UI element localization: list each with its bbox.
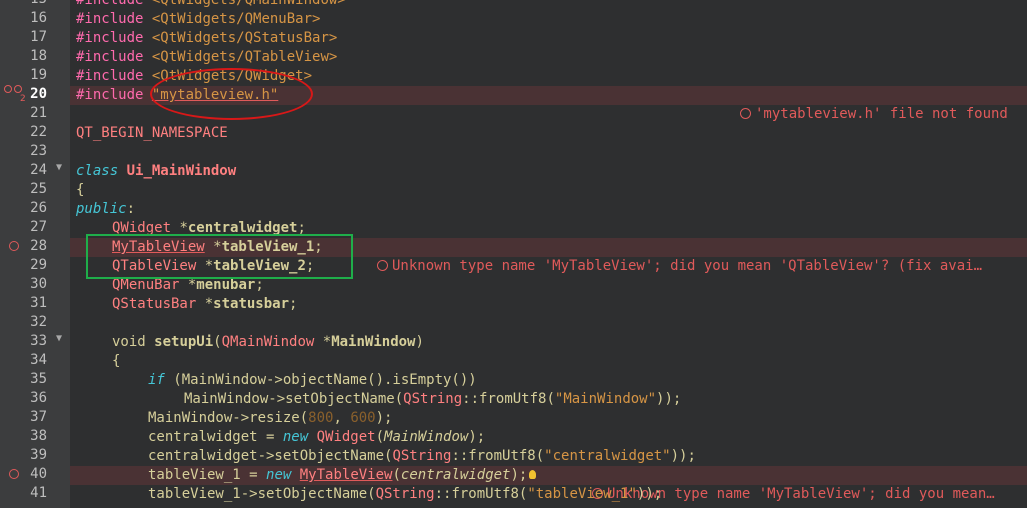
type-name: QMainWindow <box>221 334 315 350</box>
string-literal: "MainWindow" <box>554 391 657 407</box>
code-line: #include <QtWidgets/QMainWindow> <box>70 0 1027 10</box>
line-number: 38 <box>30 428 47 444</box>
include-path: <QtWidgets/QMenuBar> <box>151 11 321 27</box>
line-number: 18 <box>30 48 47 64</box>
code-line: #include <QtWidgets/QMenuBar> <box>70 10 1027 29</box>
code-line: tableView_1->setObjectName(QString::from… <box>148 486 663 502</box>
include-path: <QtWidgets/QMainWindow> <box>151 0 346 8</box>
keyword: new <box>266 467 292 483</box>
line-number: 28 <box>30 238 47 254</box>
include-path: <QtWidgets/QStatusBar> <box>151 30 338 46</box>
parameter-name: MainWindow <box>331 334 416 350</box>
line-number: 15 <box>0 0 47 7</box>
type-name: QString <box>403 391 463 407</box>
type-name: QMenuBar <box>112 277 180 293</box>
include-path: <QtWidgets/QTableView> <box>151 49 338 65</box>
fold-toggle-icon[interactable]: ▼ <box>54 333 64 344</box>
preprocessor-directive: #include <box>76 49 144 65</box>
function-name: setupUi <box>154 334 214 350</box>
line-number: 40 <box>30 466 47 482</box>
preprocessor-directive: #include <box>76 0 144 8</box>
code-lines: #include <QtWidgets/QMainWindow> #includ… <box>70 0 1027 508</box>
error-marker-icon[interactable] <box>4 85 12 93</box>
return-type: void <box>112 334 146 350</box>
code-line: { <box>70 352 1027 371</box>
type-name-error: MyTableView <box>299 467 393 483</box>
line-number: 25 <box>30 181 47 197</box>
preprocessor-directive: #include <box>76 87 144 103</box>
type-name: QString <box>375 486 435 502</box>
class-name: Ui_MainWindow <box>126 163 237 179</box>
line-number: 21 <box>30 105 47 121</box>
fold-toggle-icon[interactable]: ▼ <box>54 162 64 173</box>
annotation-ellipse <box>150 68 313 120</box>
type-name: QString <box>392 448 452 464</box>
line-number: 35 <box>30 371 47 387</box>
error-icon <box>740 108 751 119</box>
keyword: new <box>282 429 309 445</box>
code-line: { <box>70 181 1027 200</box>
code-line: class Ui_MainWindow <box>70 162 1027 181</box>
error-marker-icon[interactable] <box>9 241 19 251</box>
error-count-badge: 2 <box>20 94 26 104</box>
line-number: 34 <box>30 352 47 368</box>
line-number: 41 <box>30 485 47 501</box>
lightbulb-fix-icon[interactable] <box>529 470 537 479</box>
number-literal: 800 <box>308 410 334 426</box>
code-line: QT_BEGIN_NAMESPACE <box>70 124 1027 143</box>
line-number: 17 <box>30 29 47 45</box>
type-name: QWidget <box>316 429 376 445</box>
preprocessor-directive: #include <box>76 11 144 27</box>
line-number: 27 <box>30 219 47 235</box>
code-line: MainWindow->resize(800, 600); <box>148 410 393 426</box>
line-number: 36 <box>30 390 47 406</box>
line-number: 32 <box>30 314 47 330</box>
argument: centralwidget <box>400 467 511 483</box>
diagnostic-message[interactable]: 'mytableview.h' file not found <box>740 105 1008 124</box>
argument: MainWindow <box>384 429 469 445</box>
line-number: 23 <box>30 143 47 159</box>
line-number: 26 <box>30 200 47 216</box>
error-marker-icon[interactable] <box>9 469 19 479</box>
string-literal: "centralwidget" <box>544 448 671 464</box>
member-name: menubar <box>196 277 256 293</box>
code-line: MainWindow->setObjectName(QString::fromU… <box>184 391 682 407</box>
line-number: 37 <box>30 409 47 425</box>
line-number: 33 <box>30 333 47 349</box>
code-line-error: tableView_1 = new MyTableView(centralwid… <box>70 466 1027 502</box>
member-name: statusbar <box>213 296 290 312</box>
code-line: QStatusBar *statusbar; <box>112 296 298 312</box>
line-number: 29 <box>30 257 47 273</box>
line-number: 24 <box>30 162 47 178</box>
error-marker-icon[interactable] <box>14 85 22 93</box>
keyword: if <box>148 372 165 388</box>
brace: { <box>76 182 85 198</box>
preprocessor-directive: #include <box>76 30 144 46</box>
code-line: centralwidget->setObjectName(QString::fr… <box>148 448 696 464</box>
line-number: 39 <box>30 447 47 463</box>
type-name: QStatusBar <box>112 296 197 312</box>
code-line: if (MainWindow->objectName().isEmpty()) <box>148 372 477 388</box>
code-line: #include <QtWidgets/QStatusBar> <box>70 29 1027 48</box>
code-line: public: <box>76 201 136 217</box>
string-literal: "tableView_1" <box>527 486 637 502</box>
preprocessor-directive: #include <box>76 68 144 84</box>
keyword: class <box>76 163 119 179</box>
code-line: void setupUi(QMainWindow *MainWindow) <box>112 334 424 350</box>
line-number: 30 <box>30 276 47 292</box>
code-line: #include <QtWidgets/QTableView> <box>70 48 1027 67</box>
line-number: 19 <box>30 67 47 83</box>
line-number: 16 <box>30 10 47 26</box>
code-line: centralwidget = new QWidget(MainWindow); <box>148 429 486 445</box>
macro: QT_BEGIN_NAMESPACE <box>76 125 228 141</box>
line-number: 31 <box>30 295 47 311</box>
brace: { <box>112 353 121 369</box>
line-number: 22 <box>30 124 47 140</box>
number-literal: 600 <box>350 410 376 426</box>
annotation-box <box>86 234 353 279</box>
keyword: public <box>76 201 127 217</box>
